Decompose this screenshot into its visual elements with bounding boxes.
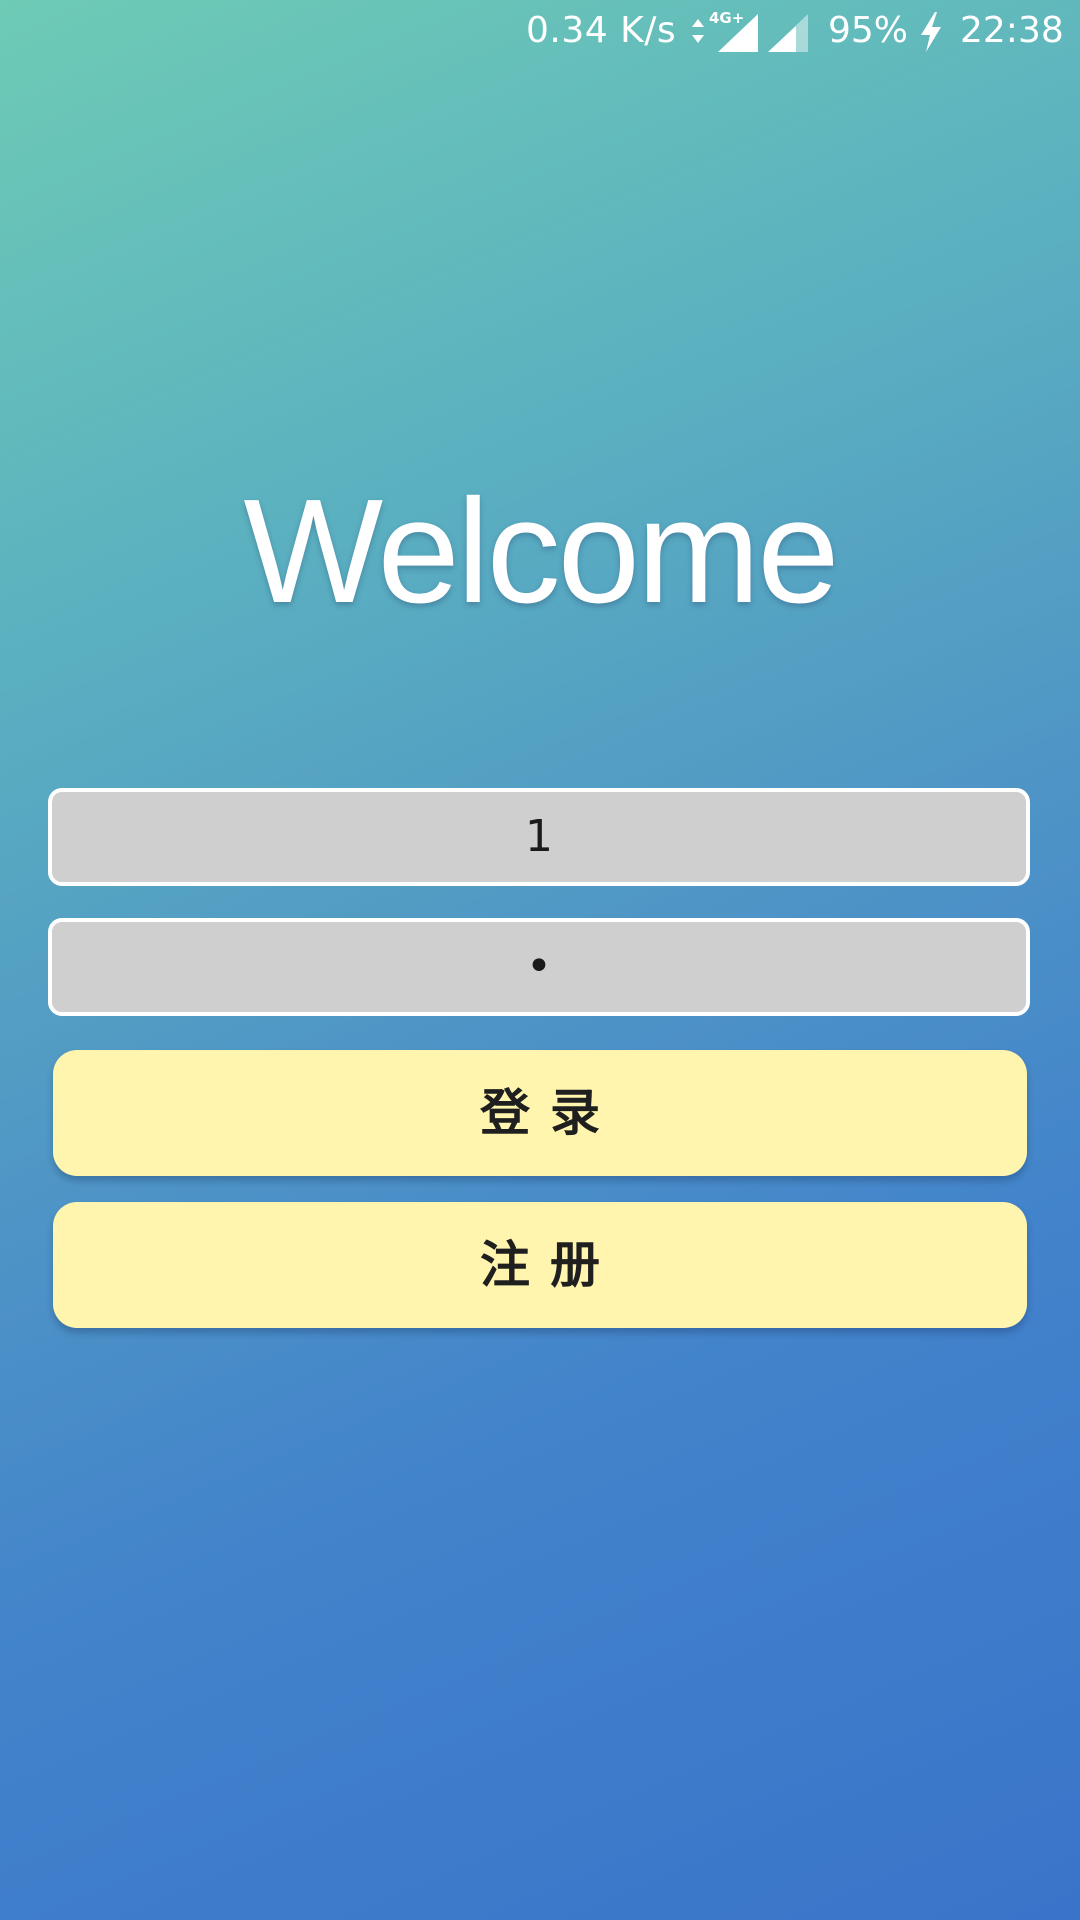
password-input[interactable]: • (48, 918, 1030, 1016)
welcome-title: Welcome (243, 469, 839, 634)
clock: 22:38 (960, 10, 1064, 51)
register-button[interactable]: 注册 (53, 1202, 1027, 1328)
username-input[interactable]: 1 (48, 788, 1030, 886)
network-speed: 0.34 K/s (526, 10, 677, 51)
login-button[interactable]: 登录 (53, 1050, 1027, 1176)
charging-icon (921, 12, 941, 52)
signal-icon (768, 14, 808, 52)
battery-level: 95% (828, 10, 909, 51)
status-bar: 0.34 K/s 4G+ 95% 22:38 (0, 0, 1080, 64)
data-arrows-icon (692, 19, 704, 43)
signal-icon (718, 14, 758, 52)
